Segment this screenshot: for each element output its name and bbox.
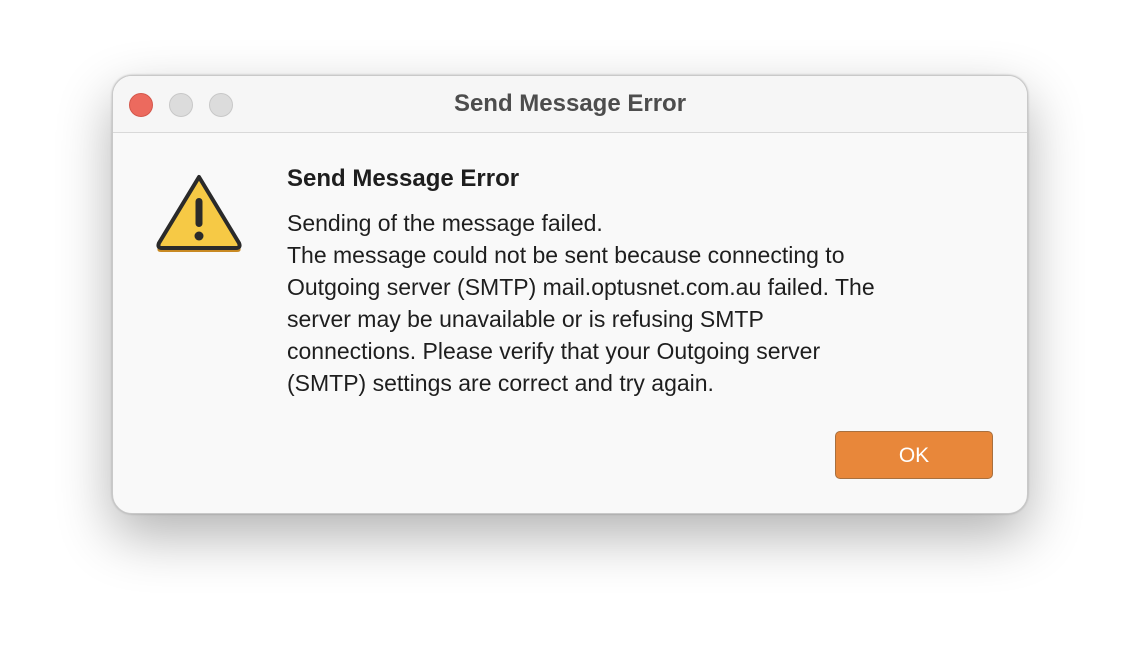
ok-button[interactable]: OK <box>835 431 993 479</box>
dialog-message: Sending of the message failed. The messa… <box>287 210 875 396</box>
error-dialog-window: Send Message Error Send Message Error Se… <box>112 75 1028 514</box>
title-bar: Send Message Error <box>113 76 1027 133</box>
window-title: Send Message Error <box>453 90 687 117</box>
dialog-heading: Send Message Error <box>287 165 520 192</box>
warning-triangle-icon <box>156 175 242 252</box>
